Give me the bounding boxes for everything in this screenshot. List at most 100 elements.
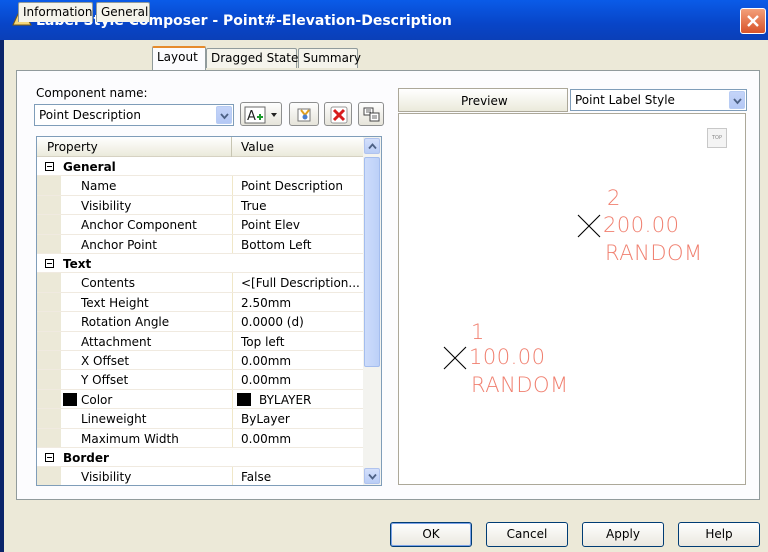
copy-component-button[interactable]: [289, 102, 319, 126]
scroll-thumb[interactable]: [364, 157, 380, 367]
property-value[interactable]: False: [241, 470, 271, 484]
property-value[interactable]: 0.00mm: [241, 373, 291, 387]
column-divider: [232, 195, 233, 215]
property-name: Rotation Angle: [81, 315, 170, 330]
column-divider: [232, 234, 233, 253]
point-1-description: RANDOM: [471, 373, 569, 397]
column-divider: [232, 292, 233, 312]
collapse-toggle-icon[interactable]: [45, 162, 54, 171]
row-gutter: [37, 176, 61, 195]
help-button[interactable]: Help: [678, 522, 760, 547]
row-gutter: [37, 195, 61, 215]
preview-canvas[interactable]: TOP 2 200.00 RANDOM 1 100.00 RANDOM: [398, 113, 746, 485]
column-divider: [232, 428, 233, 447]
row-gutter: [37, 234, 61, 253]
scroll-up-button[interactable]: [364, 138, 380, 154]
tab-label: Summary: [303, 51, 361, 65]
property-value[interactable]: 0.00mm: [241, 354, 291, 368]
tab-dragged-state[interactable]: Dragged State: [206, 48, 298, 68]
grid-property-row[interactable]: Attachment Top left: [37, 331, 363, 351]
grid-category-row[interactable]: General: [37, 157, 363, 177]
property-name: Visibility: [81, 198, 132, 213]
tab-label: General: [101, 5, 149, 19]
property-value[interactable]: Top left: [241, 335, 285, 349]
property-value[interactable]: 0.0000 (d): [241, 315, 304, 329]
tab-label: Information: [23, 5, 93, 19]
preview-header: Preview: [398, 88, 568, 112]
tab-general[interactable]: General: [96, 2, 150, 22]
color-swatch-icon: [63, 392, 77, 406]
grid-property-row[interactable]: Contents <[Full Description...: [37, 273, 363, 293]
view-cube-icon[interactable]: TOP: [707, 128, 727, 148]
row-gutter: [37, 389, 61, 409]
delete-component-button[interactable]: [324, 102, 352, 126]
add-component-button[interactable]: A: [240, 102, 282, 126]
point-1-number: 1: [471, 320, 485, 344]
row-gutter: [37, 428, 61, 447]
svg-text:A: A: [247, 109, 256, 124]
property-value[interactable]: BYLAYER: [259, 393, 311, 407]
property-name: Y Offset: [81, 373, 129, 388]
property-value[interactable]: ByLayer: [241, 412, 290, 426]
property-value[interactable]: 0.00mm: [241, 432, 291, 446]
column-divider: [232, 370, 233, 389]
property-grid[interactable]: Property Value General Name Point Descript…: [36, 136, 382, 486]
component-name-label: Component name:: [36, 86, 148, 100]
grid-category-row[interactable]: Border: [37, 448, 363, 468]
grid-property-row[interactable]: Lineweight ByLayer: [37, 409, 363, 429]
grid-property-row[interactable]: X Offset 0.00mm: [37, 351, 363, 371]
tab-information[interactable]: Information: [18, 2, 93, 22]
grid-property-row[interactable]: Anchor Component Point Elev: [37, 215, 363, 235]
grid-property-row[interactable]: Visibility False: [37, 467, 363, 485]
dialog-window: Label Style Composer - Point#-Elevation-…: [0, 0, 768, 552]
cancel-button[interactable]: Cancel: [486, 522, 568, 547]
tab-layout[interactable]: Layout: [152, 46, 206, 70]
component-name-dropdown[interactable]: Point Description: [34, 104, 234, 126]
property-name: Lineweight: [81, 412, 147, 427]
grid-property-row[interactable]: Color BYLAYER: [37, 389, 363, 410]
scroll-down-button[interactable]: [364, 468, 380, 484]
grid-property-row[interactable]: Y Offset 0.00mm: [37, 370, 363, 390]
category-name: General: [63, 160, 116, 174]
value-column-header[interactable]: Value: [241, 140, 274, 154]
preview-style-dropdown[interactable]: Point Label Style: [570, 89, 747, 111]
grid-property-row[interactable]: Text Height 2.50mm: [37, 292, 363, 313]
row-gutter: [37, 409, 61, 428]
grid-property-row[interactable]: Name Point Description: [37, 176, 363, 196]
grid-property-row[interactable]: Anchor Point Bottom Left: [37, 234, 363, 254]
column-divider: [232, 351, 233, 370]
property-value[interactable]: Point Elev: [241, 218, 300, 232]
grid-property-row[interactable]: Visibility True: [37, 195, 363, 216]
grid-scrollbar[interactable]: [363, 137, 381, 485]
property-name: Contents: [81, 276, 135, 291]
property-value[interactable]: 2.50mm: [241, 296, 291, 310]
property-name: X Offset: [81, 354, 130, 368]
property-name: Maximum Width: [81, 431, 179, 446]
property-name: Color: [81, 392, 113, 407]
grid-property-row[interactable]: Rotation Angle 0.0000 (d): [37, 312, 363, 332]
property-name: Text Height: [81, 295, 149, 310]
chevron-down-icon[interactable]: [729, 91, 745, 109]
property-value[interactable]: Point Description: [241, 179, 343, 193]
collapse-toggle-icon[interactable]: [45, 453, 54, 462]
row-gutter: [37, 331, 61, 350]
component-draw-order-button[interactable]: [358, 102, 384, 126]
close-button[interactable]: [740, 8, 766, 34]
component-name-value: Point Description: [39, 108, 141, 122]
apply-button[interactable]: Apply: [582, 522, 664, 547]
column-divider: [232, 409, 233, 428]
grid-category-row[interactable]: Text: [37, 254, 363, 274]
collapse-toggle-icon[interactable]: [45, 259, 54, 268]
property-value[interactable]: True: [241, 199, 267, 213]
grid-property-row[interactable]: Maximum Width 0.00mm: [37, 428, 363, 448]
property-name: Visibility: [81, 470, 132, 485]
tab-summary[interactable]: Summary: [298, 48, 361, 68]
color-value-swatch-icon: [237, 392, 251, 406]
property-value[interactable]: Bottom Left: [241, 238, 311, 252]
ok-button[interactable]: OK: [390, 522, 472, 547]
column-divider: [231, 137, 232, 157]
column-divider: [232, 331, 233, 350]
property-column-header[interactable]: Property: [47, 140, 98, 154]
chevron-down-icon[interactable]: [216, 106, 232, 124]
property-value[interactable]: <[Full Description...: [241, 276, 360, 290]
